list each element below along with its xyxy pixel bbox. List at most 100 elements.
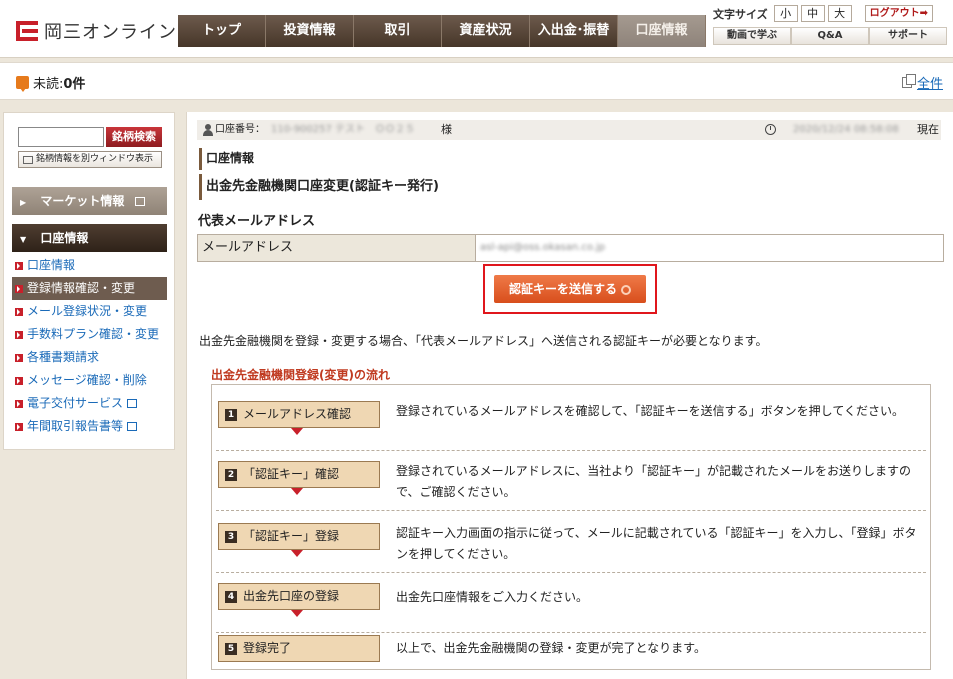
down-arrow-icon xyxy=(291,610,303,623)
flow-step: 1 メールアドレス確認 登録されているメールアドレスを確認して、「認証キーを送信す… xyxy=(216,391,926,451)
step-description: 登録されているメールアドレスを確認して、「認証キーを送信する」ボタンを押してくだ… xyxy=(396,404,904,418)
nav-assets[interactable]: 資産状況 xyxy=(442,15,530,47)
nav-deposit-transfer[interactable]: 入出金･振替 xyxy=(530,15,618,47)
bullet-arrow-icon xyxy=(15,307,23,316)
sidebar-item-annual-report[interactable]: 年間取引報告書等 xyxy=(12,415,167,438)
triangle-right-icon: ▶ xyxy=(20,198,27,207)
account-number-label: 口座番号： xyxy=(215,124,265,135)
notification-bar: 未読: 0件 全件 xyxy=(0,62,953,100)
new-window-icon xyxy=(23,155,33,164)
sidebar-item-label: 各種書類請求 xyxy=(27,350,100,364)
support-link[interactable]: サポート xyxy=(869,27,947,45)
bullet-arrow-icon xyxy=(15,376,23,385)
faq-link[interactable]: Q&A xyxy=(791,27,869,45)
bullet-arrow-icon xyxy=(15,422,23,431)
utility-area: 文字サイズ 小 中 大 ログアウト➡ 動画で学ぶ Q&A サポート xyxy=(713,5,949,45)
account-bar: 口座番号： 110-900257 テスト ＯＯ２５ 様 2020/12/24 0… xyxy=(197,120,941,140)
flow-steps: 1 メールアドレス確認 登録されているメールアドレスを確認して、「認証キーを送信す… xyxy=(211,384,931,670)
step-label: 5 登録完了 xyxy=(218,635,380,662)
account-header-label: 口座情報 xyxy=(40,231,89,245)
sidebar-item-label: 年間取引報告書等 xyxy=(27,419,124,433)
window-icon xyxy=(901,74,916,88)
font-size-medium-button[interactable]: 中 xyxy=(800,5,825,22)
step-number: 5 xyxy=(225,642,237,655)
all-link-label: 全件 xyxy=(916,77,943,92)
sidebar-menu: 口座情報 登録情報確認・変更 メール登録状況・変更 手数料プラン確認・変更 各種… xyxy=(12,254,167,438)
open-stock-window-label: 銘柄情報を別ウィンドウ表示 xyxy=(36,154,154,164)
sidebar-item-label: 口座情報 xyxy=(27,258,76,272)
triangle-down-icon: ▼ xyxy=(20,235,27,244)
step-description: 出金先口座情報をご入力ください。 xyxy=(396,590,589,604)
sidebar-item-label: 登録情報確認・変更 xyxy=(27,281,136,295)
font-size-label: 文字サイズ xyxy=(713,7,768,21)
unread-indicator[interactable]: 未読: 0件 xyxy=(16,73,85,92)
step-description: 認証キー入力画面の指示に従って、メールに記載されている「認証キー」を入力し、「登… xyxy=(396,526,917,561)
sidebar-item-label: 手数料プラン確認・変更 xyxy=(27,327,160,341)
sidebar-item-account-info[interactable]: 口座情報 xyxy=(12,254,167,277)
down-arrow-icon xyxy=(291,550,303,563)
okasan-logo-icon xyxy=(16,20,38,42)
unread-prefix: 未読: xyxy=(33,77,64,92)
unread-count: 0件 xyxy=(63,77,86,92)
sidebar-item-label: メッセージ確認・削除 xyxy=(27,373,147,387)
step-number: 3 xyxy=(225,530,237,543)
step-label-text: メールアドレス確認 xyxy=(243,407,352,421)
step-label-text: 出金先口座の登録 xyxy=(243,589,340,603)
brand-name: 岡三オンライン xyxy=(44,22,177,43)
video-learn-link[interactable]: 動画で学ぶ xyxy=(713,27,791,45)
all-messages-link[interactable]: 全件 xyxy=(901,73,943,92)
nav-top[interactable]: トップ xyxy=(178,15,266,47)
send-key-highlight: 認証キーを送信する xyxy=(483,264,657,314)
page-title: 出金先金融機関口座変更(認証キー発行) xyxy=(199,174,499,200)
step-label: 1 メールアドレス確認 xyxy=(218,401,380,428)
current-datetime: 2020/12/24 08:58:08 xyxy=(793,124,899,135)
step-description: 登録されているメールアドレスに、当社より「認証キー」が記載されたメールをお送りし… xyxy=(396,464,912,499)
flow-step: 5 登録完了 以上で、出金先金融機関の登録・変更が完了となります。 xyxy=(216,631,926,669)
new-window-icon xyxy=(127,422,138,431)
breadcrumb: 口座情報 xyxy=(199,148,499,170)
new-window-icon xyxy=(134,197,145,206)
logout-button[interactable]: ログアウト➡ xyxy=(864,5,934,22)
step-number: 1 xyxy=(225,408,237,421)
step-label: 4 出金先口座の登録 xyxy=(218,583,380,610)
send-auth-key-button[interactable]: 認証キーを送信する xyxy=(494,275,646,303)
bullet-arrow-icon xyxy=(15,353,23,362)
arrow-circle-icon xyxy=(621,284,631,295)
new-window-icon xyxy=(127,399,138,408)
open-stock-window-button[interactable]: 銘柄情報を別ウィンドウ表示 xyxy=(18,151,162,168)
stock-search-input[interactable] xyxy=(18,127,104,147)
bullet-arrow-icon xyxy=(15,330,23,339)
flow-step: 3 「認証キー」登録 認証キー入力画面の指示に従って、メールに記載されている「認証… xyxy=(216,513,926,573)
sidebar-item-mail-registration[interactable]: メール登録状況・変更 xyxy=(12,300,167,323)
nav-account-info[interactable]: 口座情報 xyxy=(618,15,706,47)
bullet-arrow-icon xyxy=(15,399,23,408)
brand-logo[interactable]: 岡三オンライン xyxy=(16,18,177,44)
sidebar-item-messages[interactable]: メッセージ確認・削除 xyxy=(12,369,167,392)
section-heading: 代表メールアドレス xyxy=(198,214,316,229)
flow-title: 出金先金融機関登録(変更)の流れ xyxy=(211,368,390,382)
user-icon xyxy=(203,124,213,136)
flow-step: 4 出金先口座の登録 出金先口座情報をご入力ください。 xyxy=(216,573,926,633)
sub-nav: 動画で学ぶ Q&A サポート xyxy=(713,27,949,45)
description-text: 出金先金融機関を登録・変更する場合、「代表メールアドレス」へ送信される認証キーが… xyxy=(199,334,768,348)
sidebar-market-info[interactable]: ▶ マーケット情報 xyxy=(12,187,167,215)
clock-icon xyxy=(765,124,776,135)
font-size-large-button[interactable]: 大 xyxy=(827,5,852,22)
down-arrow-icon xyxy=(291,488,303,501)
stock-search-button[interactable]: 銘柄検索 xyxy=(106,127,162,147)
nav-investment-info[interactable]: 投資情報 xyxy=(266,15,354,47)
step-label-text: 「認証キー」登録 xyxy=(243,529,340,543)
down-arrow-icon xyxy=(291,428,303,441)
nav-trade[interactable]: 取引 xyxy=(354,15,442,47)
sidebar-account-info[interactable]: ▼ 口座情報 xyxy=(12,224,167,252)
font-size-small-button[interactable]: 小 xyxy=(773,5,798,22)
sidebar-item-document-request[interactable]: 各種書類請求 xyxy=(12,346,167,369)
sidebar-item-e-delivery[interactable]: 電子交付サービス xyxy=(12,392,167,415)
step-number: 4 xyxy=(225,590,237,603)
sidebar-item-fee-plan[interactable]: 手数料プラン確認・変更 xyxy=(12,323,167,346)
header: 岡三オンライン トップ 投資情報 取引 資産状況 入出金･振替 口座情報 文字サ… xyxy=(0,0,953,58)
step-description: 以上で、出金先金融機関の登録・変更が完了となります。 xyxy=(396,641,706,655)
sidebar-item-registration-info[interactable]: 登録情報確認・変更 xyxy=(12,277,167,300)
sidebar: 銘柄検索 銘柄情報を別ウィンドウ表示 ▶ マーケット情報 ▼ 口座情報 口座情報… xyxy=(3,112,175,450)
market-header-label: マーケット情報 xyxy=(40,194,125,208)
